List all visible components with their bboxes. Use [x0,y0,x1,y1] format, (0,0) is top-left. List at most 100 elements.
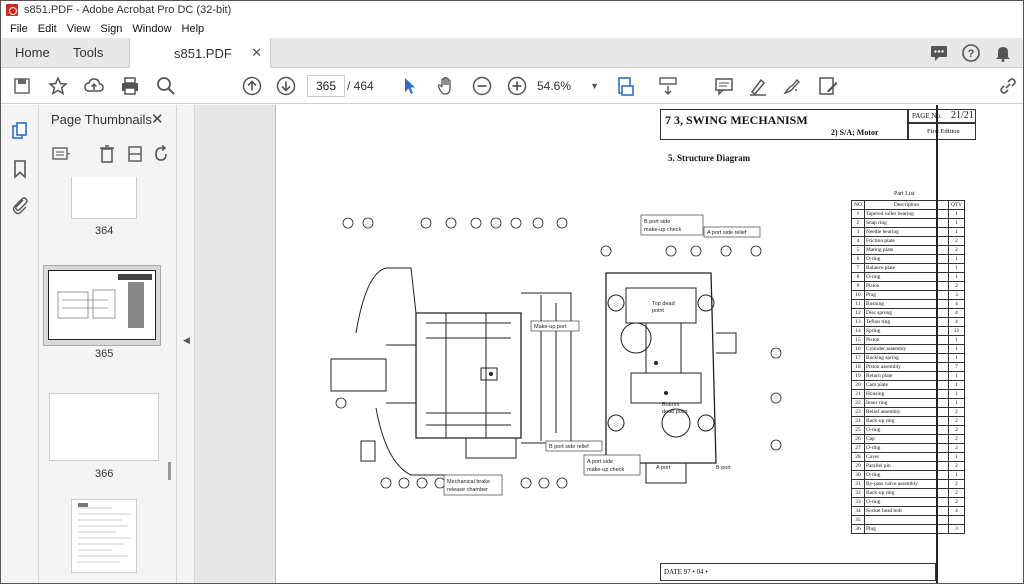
parts-cell: Housing [864,389,949,399]
parts-cell: Piston assembly [864,362,949,372]
tab-tools[interactable]: Tools [73,38,103,68]
zoom-in-icon[interactable] [506,75,528,97]
parts-cell: 24 [851,416,865,426]
parts-cell: O-ring [864,470,949,480]
subsection-title: 2) S/A; Motor [831,128,879,137]
edition-label: First Edition [927,128,960,135]
main-toolbar: 365 / 464 54.6% ▼ [1,68,1023,104]
parts-table-row: 21 Housing 1 [851,389,965,399]
parts-cell: 14 [851,326,865,336]
zoom-out-icon[interactable] [471,75,493,97]
parts-cell: 16 [851,344,865,354]
parts-cell: Parallel pin [864,461,949,471]
label-bottom-dead-point-1: Bottom [662,402,680,408]
zoom-level-select[interactable]: 54.6% ▼ [537,75,601,97]
label-b-port-makeup-1: B port side [644,219,670,225]
parts-cell: Plug [864,524,949,534]
parts-cell: O-ring [864,272,949,282]
page-view-icon[interactable] [615,75,637,97]
delete-page-icon[interactable] [97,144,117,164]
parts-table-row: 2 Snap ring 1 [851,218,965,228]
parts-cell: 1 [948,380,965,390]
options-menu-icon[interactable] [51,144,71,164]
save-icon[interactable] [11,75,33,97]
tab-document[interactable]: s851.PDF ✕ [129,38,271,69]
highlight-pen-icon[interactable] [747,75,769,97]
next-page-icon[interactable] [275,75,297,97]
page-thumbnail-selected[interactable] [43,265,161,346]
menu-view[interactable]: View [62,23,96,35]
search-icon[interactable] [155,75,177,97]
page-thumbnails-panel: Page Thumbnails ✕ 364 365 366 [39,105,177,583]
parts-table-row: 23 Relief assembly 2 [851,407,965,417]
tab-home[interactable]: Home [15,38,50,68]
comment-icon[interactable] [929,43,949,63]
parts-cell: 4 [948,317,965,327]
pdf-page: 7 3, SWING MECHANISM 2) S/A; Motor PAGE … [275,105,1023,583]
attachments-paperclip-icon[interactable] [10,195,30,215]
menu-file[interactable]: File [5,23,33,35]
parts-table-row: 35 [851,515,965,525]
extract-page-icon[interactable] [125,144,145,164]
parts-table-row: 18 Piston assembly 7 [851,362,965,372]
fill-sign-icon[interactable] [817,75,839,97]
parts-cell: 2 [948,479,965,489]
close-tab-icon[interactable]: ✕ [251,45,262,61]
parts-cell: 30 [851,470,865,480]
help-icon[interactable]: ? [961,43,981,63]
parts-cell: Disc sprong [864,308,949,318]
parts-cell: 4 [948,506,965,516]
parts-cell: Backing spring [864,353,949,363]
parts-cell: 4 [948,308,965,318]
menu-edit[interactable]: Edit [33,23,62,35]
parts-table-row: 19 Return plate 1 [851,371,965,381]
parts-cell: 1 [948,335,965,345]
menu-sign[interactable]: Sign [95,23,127,35]
parts-header-cell: QTY [948,200,965,210]
thumbnails-scrollbar[interactable] [167,177,175,577]
previous-page-icon[interactable] [241,75,263,97]
close-panel-icon[interactable]: ✕ [151,110,164,128]
hand-tool-icon[interactable] [435,75,457,97]
share-link-icon[interactable] [997,75,1019,97]
parts-cell: Inner ring [864,398,949,408]
parts-table-row: 14 Spring 12 [851,326,965,336]
scrollbar-thumb[interactable] [168,462,171,480]
scroll-mode-icon[interactable] [657,75,679,97]
add-comment-icon[interactable] [713,75,735,97]
bookmarks-icon[interactable] [10,159,30,179]
parts-cell: Back-up ring [864,488,949,498]
page-thumbnails-icon[interactable] [10,121,30,141]
page-number-input[interactable]: 365 [307,75,345,97]
print-icon[interactable] [119,75,141,97]
notifications-bell-icon[interactable] [993,43,1013,63]
parts-cell: 29 [851,461,865,471]
acrobat-window: s851.PDF - Adobe Acrobat Pro DC (32-bit)… [0,0,1024,584]
label-mech-brake-2: release chamber [447,487,488,493]
parts-cell: O-ring [864,254,949,264]
parts-cell: 31 [851,479,865,489]
page-thumbnail[interactable] [49,393,159,461]
panel-collapse-handle[interactable]: ◀ [177,105,195,583]
parts-cell: 36 [851,524,865,534]
page-thumbnail[interactable] [71,177,137,219]
draw-freeform-icon[interactable] [781,75,803,97]
bookmark-star-icon[interactable] [47,75,69,97]
parts-cell: 3 [948,290,965,300]
page-no-label: PAGE No. [912,112,942,120]
rotate-page-icon[interactable] [151,144,171,164]
parts-cell: 2 [948,434,965,444]
upload-cloud-icon[interactable] [83,75,105,97]
label-a-port-relief: A port side relief [707,230,747,236]
page-thumbnail[interactable] [71,499,137,573]
menu-help[interactable]: Help [177,23,210,35]
section-header-box: 7 3, SWING MECHANISM 2) S/A; Motor [660,109,908,140]
document-view[interactable]: 7 3, SWING MECHANISM 2) S/A; Motor PAGE … [195,105,1023,583]
menu-window[interactable]: Window [127,23,176,35]
parts-table-row: 17 Backing spring 1 [851,353,965,363]
select-cursor-icon[interactable] [399,75,421,97]
chevron-left-icon: ◀ [183,335,190,345]
parts-cell: 2 [851,218,865,228]
parts-table-row: 30 O-ring 1 [851,470,965,480]
parts-table-row: 15 Piston 1 [851,335,965,345]
